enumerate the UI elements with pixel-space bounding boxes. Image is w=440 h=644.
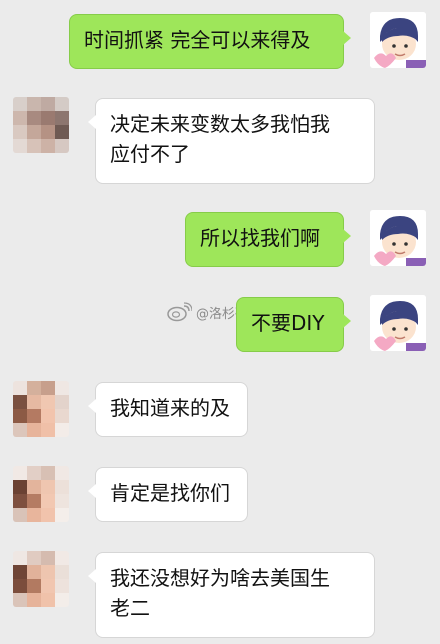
message-text-line: 决定未来变数太多我怕我 xyxy=(110,112,330,136)
message-bubble-sent[interactable]: 时间抓紧 完全可以来得及 xyxy=(69,14,351,69)
message-bubble-received[interactable]: 我知道来的及 xyxy=(88,382,248,437)
contact-avatar[interactable] xyxy=(13,551,69,607)
chat-view: 时间抓紧 完全可以来得及 决定未来变数太多我怕我 应付不了 所以找我们啊 不要D… xyxy=(0,0,440,644)
message-bubble-sent[interactable]: 不要DIY xyxy=(236,297,351,352)
my-avatar[interactable] xyxy=(370,295,426,351)
message-bubble-received[interactable]: 决定未来变数太多我怕我 应付不了 xyxy=(88,98,375,184)
message-text: 不要DIY xyxy=(251,311,325,335)
my-avatar[interactable] xyxy=(370,210,426,266)
message-text: 肯定是找你们 xyxy=(110,481,230,505)
my-avatar[interactable] xyxy=(370,12,426,68)
message-text: 所以找我们啊 xyxy=(200,226,320,250)
contact-avatar[interactable] xyxy=(13,381,69,437)
weibo-logo-icon xyxy=(167,302,192,322)
message-bubble-sent[interactable]: 所以找我们啊 xyxy=(185,212,351,267)
message-bubble-received[interactable]: 肯定是找你们 xyxy=(88,467,248,522)
message-text-line: 应付不了 xyxy=(110,142,190,166)
message-bubble-received[interactable]: 我还没想好为啥去美国生 老二 xyxy=(88,552,375,638)
contact-avatar[interactable] xyxy=(13,97,69,153)
message-text: 时间抓紧 完全可以来得及 xyxy=(84,28,311,52)
message-text-line: 我还没想好为啥去美国生 xyxy=(110,566,330,590)
message-text-line: 老二 xyxy=(110,596,150,620)
contact-avatar[interactable] xyxy=(13,466,69,522)
message-text: 我知道来的及 xyxy=(110,396,230,420)
